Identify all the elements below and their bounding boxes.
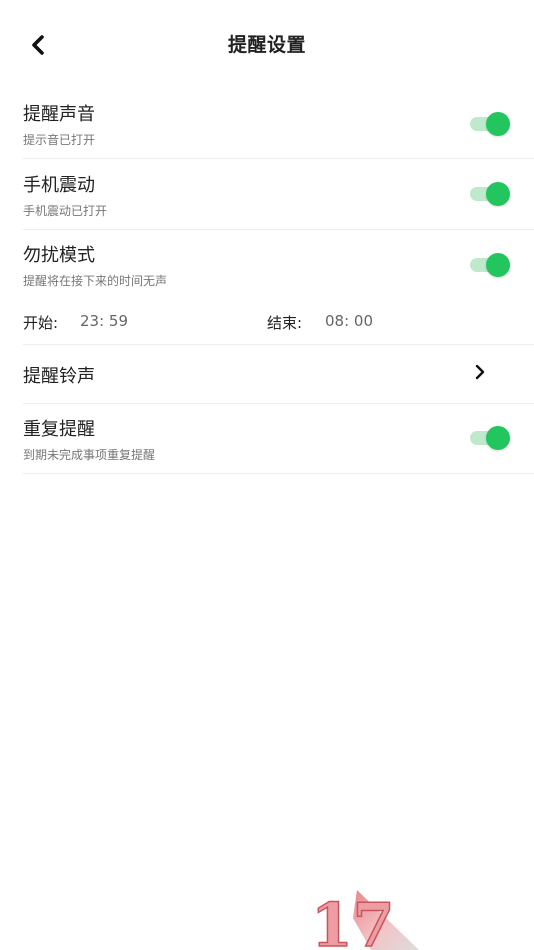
page-title: 提醒设置 xyxy=(227,34,306,56)
repeat-title: 重复提醒 xyxy=(23,419,95,440)
vibrate-subtitle: 手机震动已打开 xyxy=(23,204,108,218)
sound-title: 提醒声音 xyxy=(23,104,95,125)
toggle-knob xyxy=(486,253,510,277)
repeat-subtitle: 到期未完成事项重复提醒 xyxy=(23,448,156,462)
end-time-value[interactable]: 08: 00 xyxy=(325,312,373,330)
setting-row-repeat: 重复提醒 到期未完成事项重复提醒 xyxy=(23,415,534,473)
start-label: 开始: xyxy=(23,314,59,332)
setting-row-dnd: 勿扰模式 提醒将在接下来的时间无声 xyxy=(23,241,534,299)
watermark-logo: 17 xyxy=(310,890,419,950)
toggle-knob xyxy=(486,112,510,136)
sound-toggle[interactable] xyxy=(470,112,510,136)
dnd-toggle[interactable] xyxy=(470,253,510,277)
ringtone-title: 提醒铃声 xyxy=(23,366,95,387)
chevron-right-icon[interactable] xyxy=(473,363,487,381)
sound-subtitle: 提示音已打开 xyxy=(23,133,96,147)
header-bar: 提醒设置 xyxy=(0,0,534,90)
dnd-title: 勿扰模式 xyxy=(23,245,95,266)
divider xyxy=(23,229,534,230)
toggle-knob xyxy=(486,182,510,206)
divider xyxy=(23,158,534,159)
end-label: 结束: xyxy=(267,314,303,332)
vibrate-toggle[interactable] xyxy=(470,182,510,206)
toggle-knob xyxy=(486,426,510,450)
dnd-subtitle: 提醒将在接下来的时间无声 xyxy=(23,274,168,288)
vibrate-title: 手机震动 xyxy=(23,175,95,196)
start-time-value[interactable]: 23: 59 xyxy=(80,312,128,330)
svg-text:17: 17 xyxy=(311,891,395,950)
repeat-toggle[interactable] xyxy=(470,426,510,450)
setting-row-vibrate: 手机震动 手机震动已打开 xyxy=(23,171,534,229)
dnd-time-range: 开始: 23: 59 结束: 08: 00 xyxy=(23,312,534,334)
divider xyxy=(23,473,534,474)
divider xyxy=(23,403,534,404)
setting-row-ringtone[interactable]: 提醒铃声 xyxy=(23,362,534,392)
setting-row-sound: 提醒声音 提示音已打开 xyxy=(23,100,534,158)
divider xyxy=(23,344,534,345)
